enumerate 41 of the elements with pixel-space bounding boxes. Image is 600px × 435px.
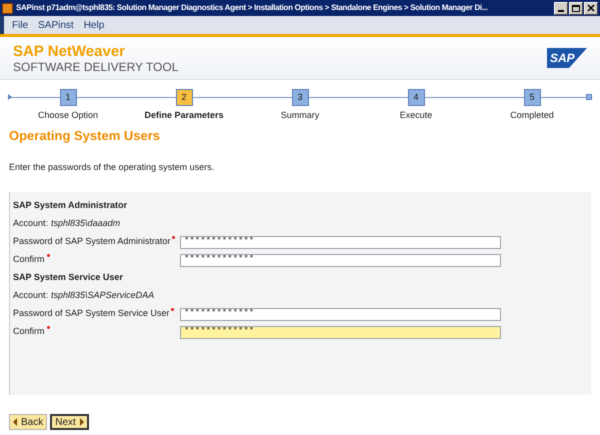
menu-item[interactable]: File: [12, 18, 28, 32]
password-field[interactable]: *************: [180, 308, 501, 320]
step-marker: 2: [176, 89, 192, 106]
password-field[interactable]: *************: [180, 254, 501, 266]
maximize-icon[interactable]: [569, 2, 583, 14]
account-label: Account:: [13, 288, 48, 302]
step-label: Choose Option: [38, 109, 98, 122]
account-name: tsphl835\SAPServiceDAA: [51, 288, 154, 302]
next-button[interactable]: Next: [50, 414, 89, 430]
account-name: tsphl835\daaadm: [51, 216, 120, 230]
step-marker: 5: [524, 89, 540, 106]
intro-text: Enter the passwords of the operating system users.: [9, 160, 216, 174]
step-label: Execute: [400, 109, 432, 122]
step-marker: 1: [60, 89, 76, 106]
field-label: Confirm: [13, 253, 45, 266]
section-title: SAP System Service User: [13, 271, 124, 284]
product-subtitle: SOFTWARE DELIVERY TOOL: [13, 60, 178, 74]
step-label: Summary: [280, 109, 320, 122]
minimize-icon[interactable]: [554, 2, 568, 14]
sap-logo: SAP: [547, 48, 587, 68]
back-button[interactable]: Back: [9, 414, 48, 430]
menu-item[interactable]: Help: [84, 18, 104, 32]
password-field[interactable]: *************: [180, 236, 501, 248]
field-label: Password of SAP System Service User: [13, 307, 170, 320]
field-label: Password of SAP System Administrator: [13, 235, 170, 248]
step-label: Completed: [510, 109, 554, 122]
field-label: Confirm: [13, 325, 45, 338]
step-marker: 4: [408, 89, 424, 106]
left-arrow-icon: [13, 418, 17, 426]
step-label: Define Parameters: [144, 109, 224, 122]
password-field[interactable]: *************: [180, 326, 501, 338]
right-arrow-icon: [80, 418, 84, 426]
step-marker: 3: [292, 89, 308, 106]
menu-item[interactable]: SAPinst: [38, 18, 74, 32]
window-title: SAPinst p71adm@tsphl835: Solution Manager Diagnostics Agent > Installation Options > Standalone Engines > Solution Manager Di...: [16, 2, 489, 14]
product-name: SAP NetWeaver: [13, 42, 126, 60]
close-icon[interactable]: [584, 2, 598, 14]
account-label: Account:: [13, 216, 48, 230]
section-title: SAP System Administrator: [13, 199, 128, 212]
page-heading: Operating System Users: [9, 127, 162, 145]
app-icon: [2, 2, 13, 14]
